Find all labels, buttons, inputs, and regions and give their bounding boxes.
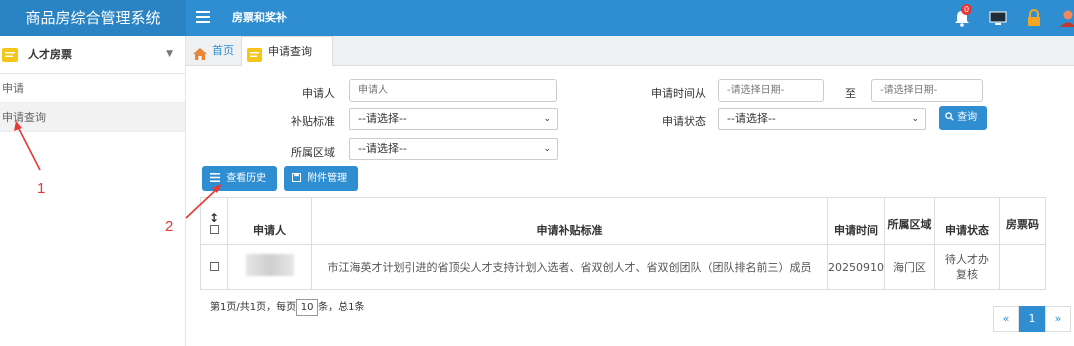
annotation-marker-1: 1 bbox=[37, 180, 46, 197]
annotation-arrow-2 bbox=[185, 187, 219, 219]
annotation-marker-2: 2 bbox=[165, 218, 174, 235]
annotation-arrows bbox=[14, 121, 222, 219]
annotation-arrow-1 bbox=[17, 126, 41, 171]
annotation-arrowhead-1 bbox=[14, 121, 22, 131]
